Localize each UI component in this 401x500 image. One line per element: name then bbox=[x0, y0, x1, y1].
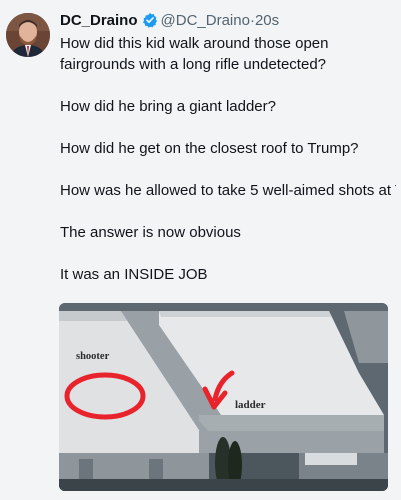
tweet-time[interactable]: 20s bbox=[255, 12, 279, 29]
tweet-paragraph-1: How did this kid walk around those open … bbox=[60, 35, 329, 73]
ladder-annotation: ladder bbox=[235, 399, 266, 411]
user-avatar-icon bbox=[6, 13, 50, 57]
author-display-name[interactable]: DC_Draino bbox=[60, 12, 138, 29]
verified-badge-icon bbox=[142, 12, 158, 33]
shooter-annotation: shooter bbox=[76, 351, 110, 362]
tweet-paragraph-3: How did he get on the closest roof to Tr… bbox=[60, 140, 359, 157]
tweet-paragraph-5: The answer is now obvious bbox=[60, 224, 241, 241]
avatar[interactable] bbox=[6, 13, 50, 57]
aerial-rooftop-photo bbox=[59, 303, 388, 491]
tweet-paragraph-6: It was an INSIDE JOB bbox=[60, 266, 208, 283]
author-handle[interactable]: @DC_Draino bbox=[161, 12, 250, 29]
tweet-text: How did this kid walk around those open … bbox=[60, 33, 396, 285]
tweet-paragraph-2: How did he bring a giant ladder? bbox=[60, 98, 276, 115]
tweet-header: DC_Draino @DC_Draino·20s bbox=[60, 11, 279, 33]
tweet-paragraph-4: How was he allowed to take 5 well-aimed … bbox=[60, 182, 396, 199]
tweet-media-image[interactable]: shooter ladder bbox=[59, 303, 388, 491]
